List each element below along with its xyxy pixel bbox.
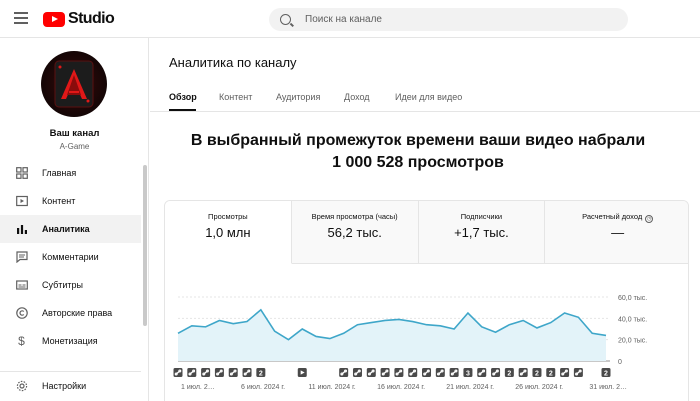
youtube-play-icon — [43, 11, 65, 27]
sidebar-item-label: Аналитика — [42, 224, 90, 234]
channel-avatar[interactable] — [41, 51, 107, 117]
sidebar-item-label: Комментарии — [42, 252, 99, 262]
x-tick-label: 31 июл. 2… — [589, 384, 627, 391]
metric-subscribers[interactable]: Подписчики +1,7 тыс. — [418, 201, 546, 264]
comments-icon — [15, 251, 28, 264]
search-icon[interactable] — [280, 14, 291, 25]
x-tick-label: 21 июл. 2024 г. — [446, 384, 494, 391]
tab-overview[interactable]: Обзор — [169, 92, 197, 102]
hamburger-menu-icon[interactable] — [14, 12, 28, 24]
sidebar-item-copyright[interactable]: Авторские права — [0, 299, 141, 327]
content-icon — [15, 195, 28, 208]
metric-label: Расчетный доход ◷ — [545, 212, 688, 223]
marker-count: 2 — [604, 370, 608, 377]
sidebar: Ваш канал A-Game Главная Контент Аналити… — [0, 38, 149, 401]
sidebar-item-comments[interactable]: Комментарии — [0, 243, 141, 271]
headline-line-2: 1 000 528 просмотров — [332, 154, 504, 171]
metric-views[interactable]: Просмотры 1,0 млн — [165, 201, 292, 264]
x-tick-label: 6 июл. 2024 г. — [241, 384, 285, 391]
metric-label: Время просмотра (часы) — [311, 212, 398, 221]
sidebar-item-label: Главная — [42, 168, 77, 178]
marker-count: 2 — [507, 370, 511, 377]
x-tick-label: 1 июл. 2… — [181, 384, 215, 391]
settings-label: Настройки — [42, 380, 87, 391]
clock-icon[interactable]: ◷ — [645, 215, 654, 223]
sidebar-item-label: Монетизация — [42, 336, 98, 346]
views-headline: В выбранный промежуток времени ваши виде… — [150, 130, 686, 174]
headline-line-1: В выбранный промежуток времени ваши виде… — [190, 132, 646, 149]
metric-revenue[interactable]: Расчетный доход ◷ — — [545, 201, 688, 264]
metric-watch-time[interactable]: Время просмотра (часы) 56,2 тыс. — [291, 201, 419, 264]
metrics-card: Просмотры 1,0 млн Время просмотра (часы)… — [164, 200, 689, 401]
studio-logo[interactable]: Studio — [43, 10, 115, 27]
channel-handle: A-Game — [59, 142, 90, 151]
sidebar-item-monetization[interactable]: $ Монетизация — [0, 327, 141, 355]
marker-count: 2 — [259, 370, 263, 377]
y-tick-label: 60,0 тыс. — [618, 295, 647, 302]
search-input[interactable] — [305, 14, 605, 25]
sidebar-scrollbar[interactable] — [143, 165, 147, 326]
metric-value: +1,7 тыс. — [454, 225, 509, 240]
marker-count: 3 — [466, 370, 470, 377]
x-tick-label: 16 июл. 2024 г. — [377, 384, 425, 391]
channel-title: Ваш канал — [49, 128, 100, 139]
area-fill — [178, 309, 606, 361]
metric-value: — — [611, 225, 625, 240]
channel-logo-icon — [54, 60, 94, 108]
sidebar-item-label: Авторские права — [42, 308, 113, 318]
search-bar[interactable] — [269, 8, 628, 31]
sidebar-item-dashboard[interactable]: Главная — [0, 159, 141, 187]
metric-value: 56,2 тыс. — [327, 225, 382, 240]
subtitles-icon — [15, 279, 28, 292]
sidebar-item-content[interactable]: Контент — [0, 187, 141, 215]
x-tick-label: 11 июл. 2024 г. — [308, 384, 355, 391]
marker-count: 2 — [535, 370, 539, 377]
sidebar-item-subtitles[interactable]: Субтитры — [0, 271, 141, 299]
tab-content[interactable]: Контент — [219, 92, 252, 102]
analytics-icon — [15, 223, 28, 236]
y-tick-label: 0 — [618, 359, 622, 366]
analytics-tabs: Обзор Контент Аудитория Доход Идеи для в… — [150, 84, 700, 112]
copyright-icon — [15, 307, 28, 320]
gear-icon — [15, 379, 28, 392]
active-tab-indicator — [169, 109, 196, 111]
marker-count: 2 — [549, 370, 553, 377]
metric-label-text: Расчетный доход — [582, 212, 643, 221]
metric-label: Просмотры — [208, 212, 248, 221]
tab-revenue[interactable]: Доход — [344, 92, 370, 102]
y-tick-label: 40,0 тыс. — [618, 316, 647, 323]
sidebar-item-analytics[interactable]: Аналитика — [0, 215, 141, 243]
sidebar-item-settings[interactable]: Настройки — [0, 371, 141, 399]
metric-value: 1,0 млн — [205, 225, 251, 240]
logo-text: Studio — [68, 10, 115, 27]
monetization-icon: $ — [18, 334, 25, 348]
views-chart-svg[interactable]: 60,0 тыс.40,0 тыс.20,0 тыс.02 3 2 2 2 21 июл.… — [165, 264, 689, 401]
main-content: Аналитика по каналу Обзор Контент Аудито… — [150, 38, 700, 401]
tab-audience[interactable]: Аудитория — [276, 92, 320, 102]
views-chart: 60,0 тыс. 40,0 тыс. 20,0 тыс. 0 2 3 2 2 2 2 1 июл.… — [165, 264, 689, 401]
x-tick-label: 26 июл. 2024 г. — [515, 384, 563, 391]
metric-label: Подписчики — [460, 212, 503, 221]
y-tick-label: 20,0 тыс. — [618, 338, 647, 345]
sidebar-nav: Главная Контент Аналитика Комментарии Су… — [0, 159, 141, 355]
metrics-row: Просмотры 1,0 млн Время просмотра (часы)… — [165, 201, 688, 264]
tab-video-ideas[interactable]: Идеи для видео — [395, 92, 462, 102]
sidebar-item-label: Субтитры — [42, 280, 84, 290]
top-app-bar: Studio — [0, 0, 700, 38]
page-title: Аналитика по каналу — [169, 55, 297, 70]
sidebar-item-label: Контент — [42, 196, 76, 206]
dashboard-icon — [15, 167, 28, 180]
